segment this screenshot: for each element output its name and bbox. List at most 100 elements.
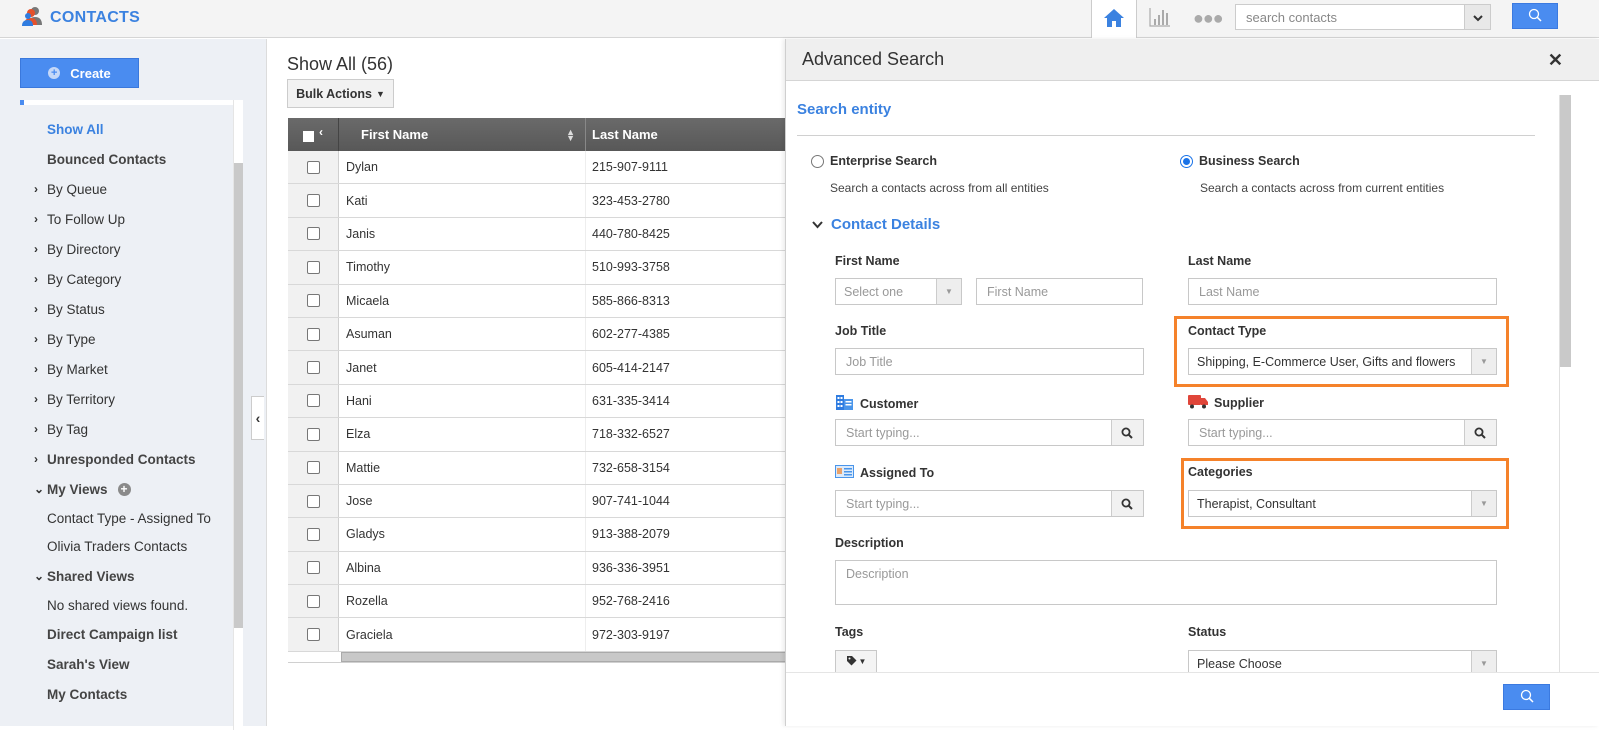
cell-last-name[interactable]: 952-768-2416 [586, 585, 786, 617]
row-checkbox[interactable] [306, 294, 320, 308]
last-name-field[interactable] [1188, 278, 1497, 305]
bulk-actions-button[interactable]: Bulk Actions ▼ [287, 79, 394, 108]
sidebar-item-contact-type-assigned-to[interactable]: Contact Type - Assigned To [20, 504, 240, 533]
row-checkbox[interactable] [306, 561, 320, 575]
row-checkbox[interactable] [306, 327, 320, 341]
description-field[interactable] [835, 560, 1497, 605]
cell-last-name[interactable]: 510-993-3758 [586, 251, 786, 283]
business-search-radio[interactable] [1180, 154, 1193, 168]
row-checkbox[interactable] [306, 594, 320, 608]
search-contacts-input[interactable] [1236, 5, 1456, 29]
supplier-input[interactable] [1189, 420, 1464, 445]
cell-first-name[interactable]: Albina [339, 551, 586, 585]
cell-last-name[interactable]: 440-780-8425 [586, 218, 786, 250]
create-button[interactable]: + Create [20, 58, 139, 88]
sidebar-item-by-category[interactable]: › By Category [20, 264, 240, 294]
table-row[interactable]: Mattie 732-658-3154 [288, 451, 786, 485]
assigned-to-field[interactable] [835, 490, 1144, 517]
table-row[interactable]: Jose 907-741-1044 [288, 484, 786, 519]
app-brand[interactable]: CONTACTS [22, 6, 140, 29]
last-name-input[interactable] [1189, 279, 1496, 304]
sidebar-item-to-follow-up[interactable]: › To Follow Up [20, 204, 240, 234]
cell-first-name[interactable]: Janis [339, 217, 586, 251]
categories-select[interactable]: Therapist, Consultant ▼ [1188, 490, 1497, 517]
sidebar-item-unresponded-contacts[interactable]: › Unresponded Contacts [20, 444, 240, 474]
contact-type-select[interactable]: Shipping, E-Commerce User, Gifts and flo… [1188, 348, 1497, 375]
sidebar-item-by-status[interactable]: › By Status [20, 294, 240, 324]
cell-last-name[interactable]: 972-303-9197 [586, 618, 786, 650]
cell-first-name[interactable]: Dylan [339, 151, 586, 184]
cell-first-name[interactable]: Rozella [339, 585, 586, 618]
table-row[interactable]: Janet 605-414-2147 [288, 351, 786, 385]
table-row[interactable]: Elza 718-332-6527 [288, 418, 786, 452]
sidebar-item-olivia-traders-contacts[interactable]: Olivia Traders Contacts [20, 533, 240, 562]
search-contacts-field[interactable] [1235, 4, 1491, 30]
table-row[interactable]: Kati 323-453-2780 [288, 184, 786, 218]
sidebar-item-by-market[interactable]: › By Market [20, 354, 240, 384]
cell-last-name[interactable]: 215-907-9111 [586, 151, 786, 183]
cell-first-name[interactable]: Janet [339, 351, 586, 384]
enterprise-search-option[interactable]: Enterprise Search [811, 154, 937, 168]
column-header-first-name[interactable]: First Name ▲ ▼ [339, 118, 586, 151]
cell-first-name[interactable]: Gladys [339, 518, 586, 551]
assigned-to-lookup-button[interactable] [1110, 491, 1143, 516]
row-checkbox[interactable] [306, 494, 320, 508]
cell-first-name[interactable]: Elza [339, 418, 586, 451]
cell-last-name[interactable]: 585-866-8313 [586, 285, 786, 317]
cell-last-name[interactable]: 936-336-3951 [586, 552, 786, 584]
table-horizontal-scrollbar[interactable] [341, 651, 786, 662]
cell-first-name[interactable]: Hani [339, 384, 586, 418]
column-header-last-name[interactable]: Last Name [586, 118, 786, 151]
cell-first-name[interactable]: Mattie [339, 451, 586, 484]
job-title-field[interactable] [835, 348, 1144, 375]
nav-home[interactable] [1091, 0, 1137, 38]
cell-first-name[interactable]: Kati [339, 184, 586, 217]
nav-reports[interactable] [1147, 5, 1173, 31]
sidebar-item-by-directory[interactable]: › By Directory [20, 234, 240, 264]
more-dots-icon[interactable]: ●●● [1193, 8, 1224, 29]
status-select[interactable]: Please Choose ▼ [1188, 650, 1497, 672]
enterprise-search-radio[interactable] [811, 154, 824, 168]
sidebar-item-by-territory[interactable]: › By Territory [20, 384, 240, 414]
table-row[interactable]: Albina 936-336-3951 [288, 551, 786, 586]
sidebar-item-bounced-contacts[interactable]: Bounced Contacts [20, 144, 240, 174]
cell-first-name[interactable]: Jose [339, 484, 586, 518]
search-scope-dropdown[interactable] [1464, 5, 1490, 29]
sidebar-item-sarahs-view[interactable]: Sarah's View [20, 650, 240, 680]
cell-last-name[interactable]: 631-335-3414 [586, 385, 786, 417]
row-checkbox[interactable] [306, 160, 320, 174]
customer-lookup-button[interactable] [1110, 420, 1143, 445]
select-all-checkbox[interactable] [303, 130, 314, 142]
business-search-option[interactable]: Business Search [1180, 154, 1300, 168]
cell-first-name[interactable]: Asuman [339, 317, 586, 351]
description-textarea[interactable] [836, 561, 1496, 604]
first-name-input[interactable] [977, 279, 1142, 304]
cell-last-name[interactable]: 907-741-1044 [586, 485, 786, 517]
tags-dropdown-button[interactable]: ▼ [835, 650, 877, 672]
table-row[interactable]: Graciela 972-303-9197 [288, 618, 786, 652]
cell-last-name[interactable]: 323-453-2780 [586, 184, 786, 216]
table-row[interactable]: Asuman 602-277-4385 [288, 317, 786, 352]
cell-last-name[interactable]: 732-658-3154 [586, 452, 786, 484]
cell-last-name[interactable]: 602-277-4385 [586, 318, 786, 350]
cell-last-name[interactable]: 605-414-2147 [586, 351, 786, 383]
sidebar-item-by-tag[interactable]: › By Tag [20, 414, 240, 444]
row-checkbox[interactable] [306, 394, 320, 408]
row-checkbox[interactable] [306, 260, 320, 274]
cell-first-name[interactable]: Micaela [339, 284, 586, 317]
table-row[interactable]: Janis 440-780-8425 [288, 217, 786, 252]
row-checkbox[interactable] [306, 427, 320, 441]
customer-input[interactable] [836, 420, 1111, 445]
sidebar-item-by-queue[interactable]: › By Queue [20, 174, 240, 204]
table-row[interactable]: Dylan 215-907-9111 [288, 151, 786, 185]
customer-field[interactable] [835, 419, 1144, 446]
supplier-lookup-button[interactable] [1463, 420, 1496, 445]
close-icon[interactable]: ✕ [1548, 50, 1563, 71]
row-checkbox[interactable] [306, 628, 320, 642]
table-row[interactable]: Gladys 913-388-2079 [288, 518, 786, 552]
row-checkbox[interactable] [306, 527, 320, 541]
cell-last-name[interactable]: 913-388-2079 [586, 518, 786, 550]
advanced-search-submit-button[interactable] [1503, 684, 1550, 710]
cell-first-name[interactable]: Graciela [339, 618, 586, 651]
sidebar-item-my-contacts[interactable]: My Contacts [20, 680, 240, 710]
